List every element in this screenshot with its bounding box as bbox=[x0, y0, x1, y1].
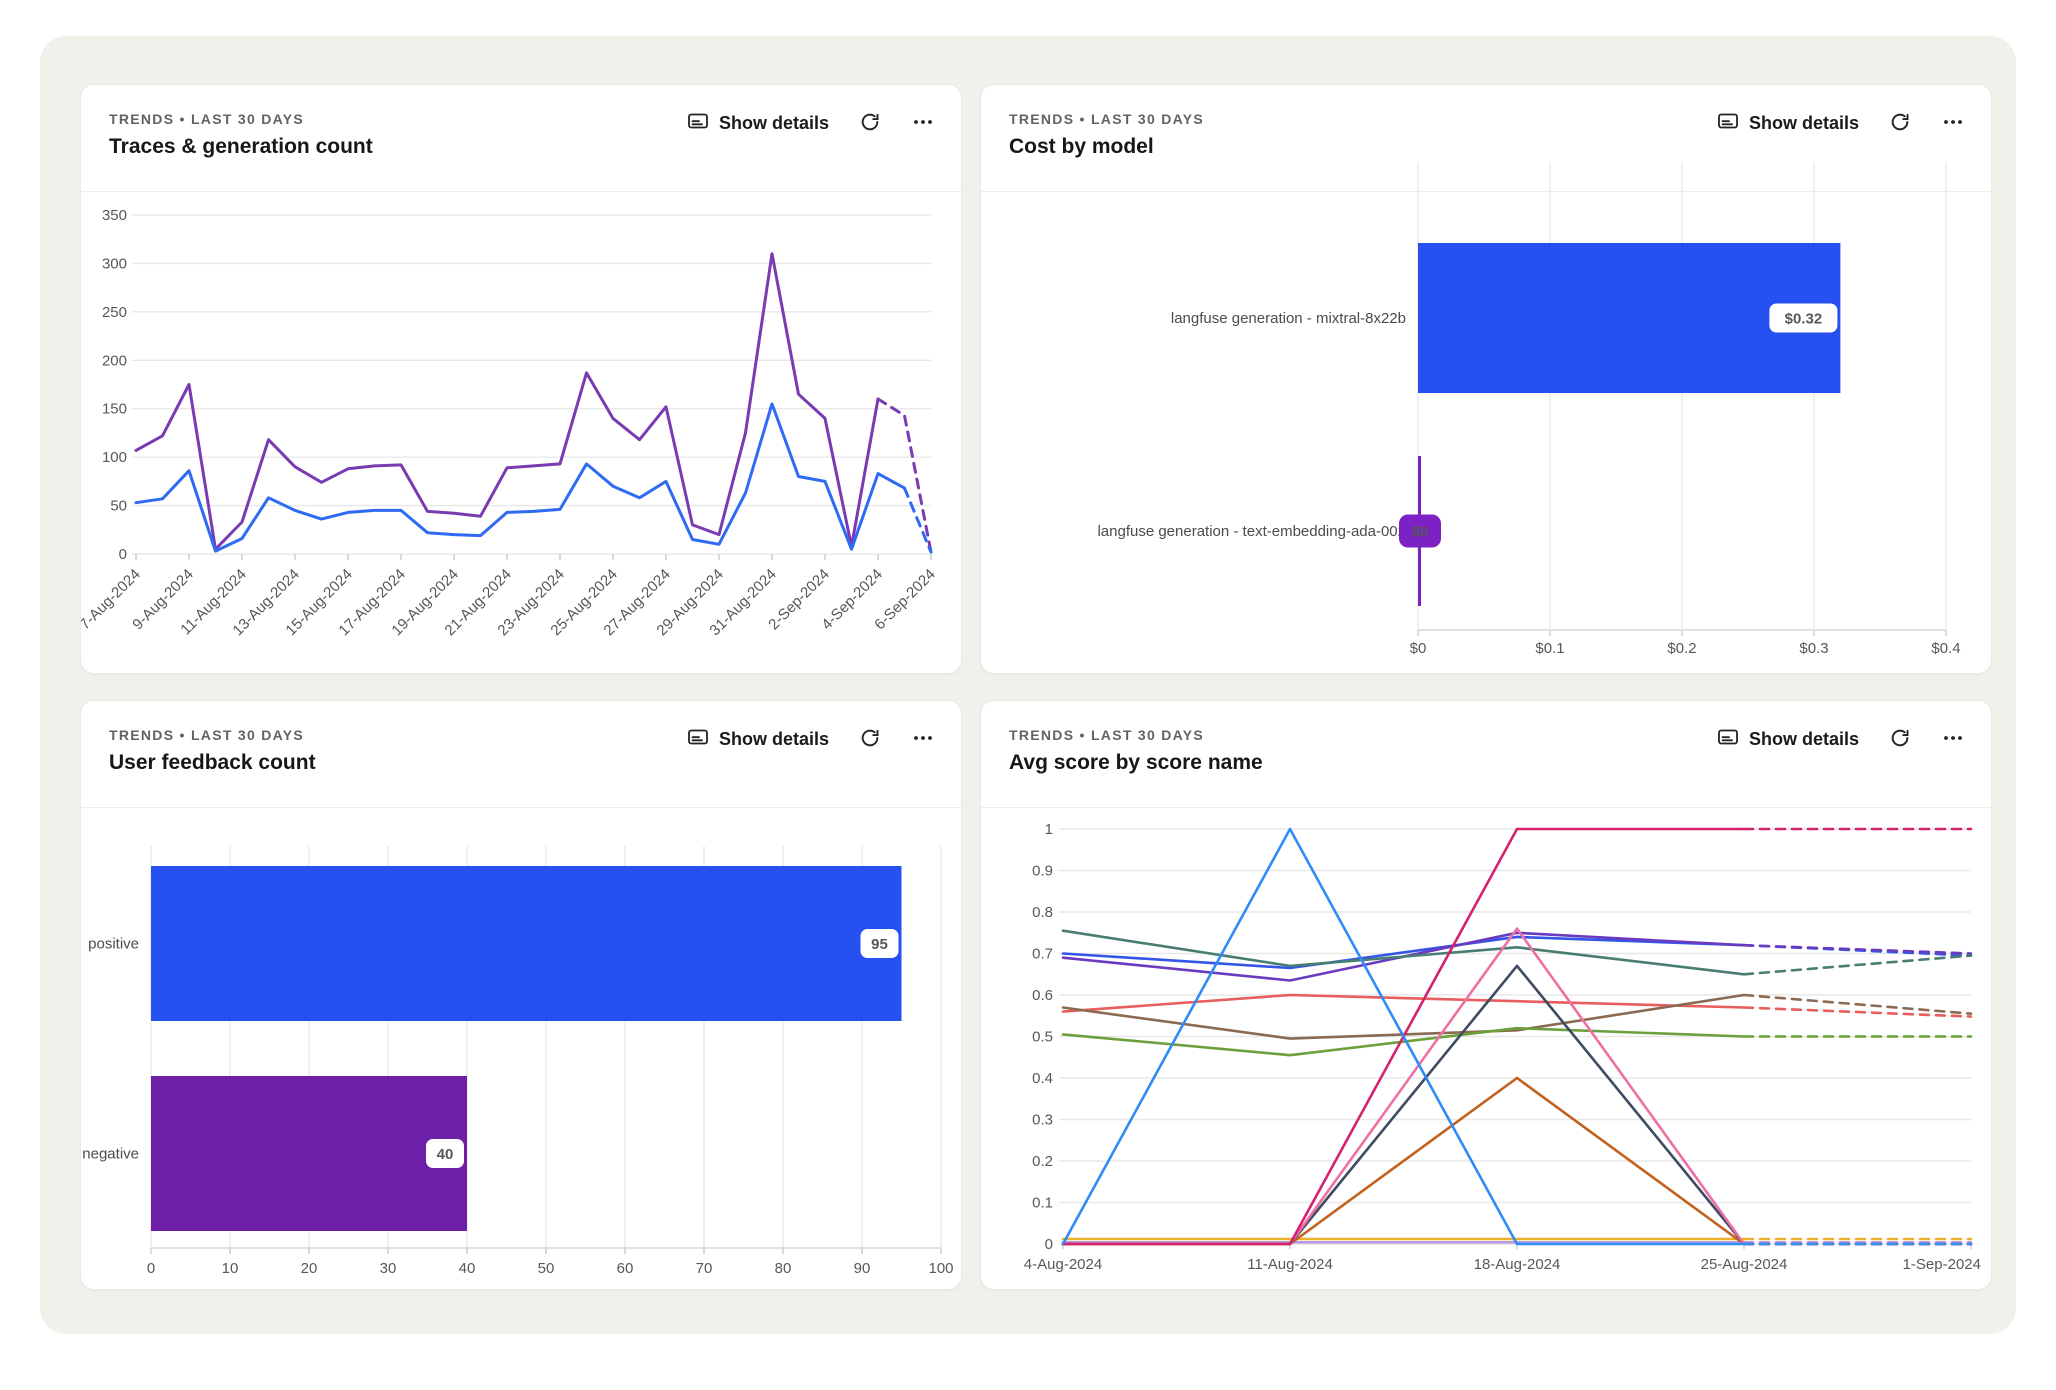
value-badge: 40 bbox=[425, 1138, 465, 1169]
svg-text:$0.3: $0.3 bbox=[1799, 640, 1828, 657]
svg-text:0: 0 bbox=[1045, 1236, 1053, 1253]
dashboard-container: TRENDS • LAST 30 DAYS Traces & generatio… bbox=[40, 36, 2016, 1334]
svg-text:$0: $0 bbox=[1410, 640, 1427, 657]
card-cost-by-model: TRENDS • LAST 30 DAYS Cost by model Show… bbox=[980, 84, 1992, 674]
svg-text:0.7: 0.7 bbox=[1032, 946, 1053, 963]
dashboard-page: TRENDS • LAST 30 DAYS Traces & generatio… bbox=[0, 0, 2056, 1390]
svg-text:0.1: 0.1 bbox=[1032, 1195, 1053, 1212]
svg-text:50: 50 bbox=[110, 498, 127, 515]
axis-labels: 0 0.1 0.2 0.3 0.4 0.5 0.6 0.7 0.8 0.9 1 4-Aug-2024 1… bbox=[1024, 821, 1981, 1273]
svg-text:1: 1 bbox=[1045, 821, 1053, 838]
svg-text:$0: $0 bbox=[1412, 524, 1429, 541]
category-label: positive bbox=[88, 936, 139, 953]
value-badge: $0.32 bbox=[1768, 303, 1838, 334]
gridlines bbox=[1418, 163, 1946, 636]
svg-text:60: 60 bbox=[617, 1260, 634, 1277]
svg-text:90: 90 bbox=[854, 1260, 871, 1277]
axis-labels: $0 $0.1 $0.2 $0.3 $0.4 bbox=[1410, 640, 1961, 657]
category-label: langfuse generation - text-embedding-ada… bbox=[1097, 523, 1406, 540]
card-user-feedback-count: TRENDS • LAST 30 DAYS User feedback coun… bbox=[80, 700, 962, 1290]
gridlines bbox=[132, 215, 931, 560]
svg-text:$0.32: $0.32 bbox=[1785, 311, 1823, 328]
svg-text:40: 40 bbox=[459, 1260, 476, 1277]
svg-text:0.5: 0.5 bbox=[1032, 1029, 1053, 1046]
svg-text:40: 40 bbox=[437, 1146, 454, 1163]
traces-generation-chart[interactable]: 0501001502002503003507-Aug-20249-Aug-202… bbox=[81, 85, 962, 674]
category-label: langfuse generation - mixtral-8x22b bbox=[1171, 310, 1406, 327]
svg-text:30: 30 bbox=[380, 1260, 397, 1277]
avg-score-chart[interactable]: 0 0.1 0.2 0.3 0.4 0.5 0.6 0.7 0.8 0.9 1 4-Aug-2024 1… bbox=[981, 701, 1992, 1290]
value-badge: $0 bbox=[1400, 516, 1440, 547]
svg-text:11-Aug-2024: 11-Aug-2024 bbox=[1247, 1256, 1333, 1273]
svg-text:18-Aug-2024: 18-Aug-2024 bbox=[1474, 1256, 1561, 1273]
svg-text:25-Aug-2024: 25-Aug-2024 bbox=[1701, 1256, 1788, 1273]
value-badge: 95 bbox=[860, 928, 900, 959]
category-label: negative bbox=[82, 1146, 139, 1163]
svg-text:4-Aug-2024: 4-Aug-2024 bbox=[1024, 1256, 1102, 1273]
svg-text:0: 0 bbox=[147, 1260, 155, 1277]
bar-positive[interactable] bbox=[151, 866, 902, 1021]
svg-text:100: 100 bbox=[102, 449, 127, 466]
svg-text:10: 10 bbox=[222, 1260, 239, 1277]
svg-text:350: 350 bbox=[102, 207, 127, 224]
card-traces-generation-count: TRENDS • LAST 30 DAYS Traces & generatio… bbox=[80, 84, 962, 674]
svg-text:1-Sep-2024: 1-Sep-2024 bbox=[1903, 1256, 1981, 1273]
axis-labels: 0501001502002503003507-Aug-20249-Aug-202… bbox=[81, 207, 939, 639]
user-feedback-chart[interactable]: 0 10 20 30 40 50 60 70 80 90 100 positive 95 negative… bbox=[81, 701, 962, 1290]
svg-text:95: 95 bbox=[871, 936, 888, 953]
svg-text:70: 70 bbox=[696, 1260, 713, 1277]
svg-text:50: 50 bbox=[538, 1260, 555, 1277]
card-avg-score-by-score-name: TRENDS • LAST 30 DAYS Avg score by score… bbox=[980, 700, 1992, 1290]
svg-text:$0.2: $0.2 bbox=[1667, 640, 1696, 657]
bar-negative[interactable] bbox=[151, 1076, 467, 1231]
series-lines bbox=[136, 254, 931, 552]
svg-text:0.3: 0.3 bbox=[1032, 1112, 1053, 1129]
svg-text:200: 200 bbox=[102, 352, 127, 369]
svg-text:100: 100 bbox=[928, 1260, 953, 1277]
svg-text:$0.1: $0.1 bbox=[1535, 640, 1564, 657]
svg-text:150: 150 bbox=[102, 401, 127, 418]
svg-text:0.4: 0.4 bbox=[1032, 1070, 1053, 1087]
svg-text:20: 20 bbox=[301, 1260, 318, 1277]
svg-text:0.2: 0.2 bbox=[1032, 1153, 1053, 1170]
svg-text:0.9: 0.9 bbox=[1032, 863, 1053, 880]
svg-text:300: 300 bbox=[102, 255, 127, 272]
cost-by-model-chart[interactable]: $0 $0.1 $0.2 $0.3 $0.4 langfuse generation - … bbox=[981, 85, 1992, 674]
svg-text:80: 80 bbox=[775, 1260, 792, 1277]
svg-text:0.8: 0.8 bbox=[1032, 904, 1053, 921]
svg-text:$0.4: $0.4 bbox=[1931, 640, 1960, 657]
axis-labels: 0 10 20 30 40 50 60 70 80 90 100 bbox=[147, 1260, 954, 1277]
gridlines bbox=[1059, 829, 1971, 1249]
svg-text:0.6: 0.6 bbox=[1032, 987, 1053, 1004]
svg-text:250: 250 bbox=[102, 304, 127, 321]
svg-text:0: 0 bbox=[119, 546, 127, 563]
